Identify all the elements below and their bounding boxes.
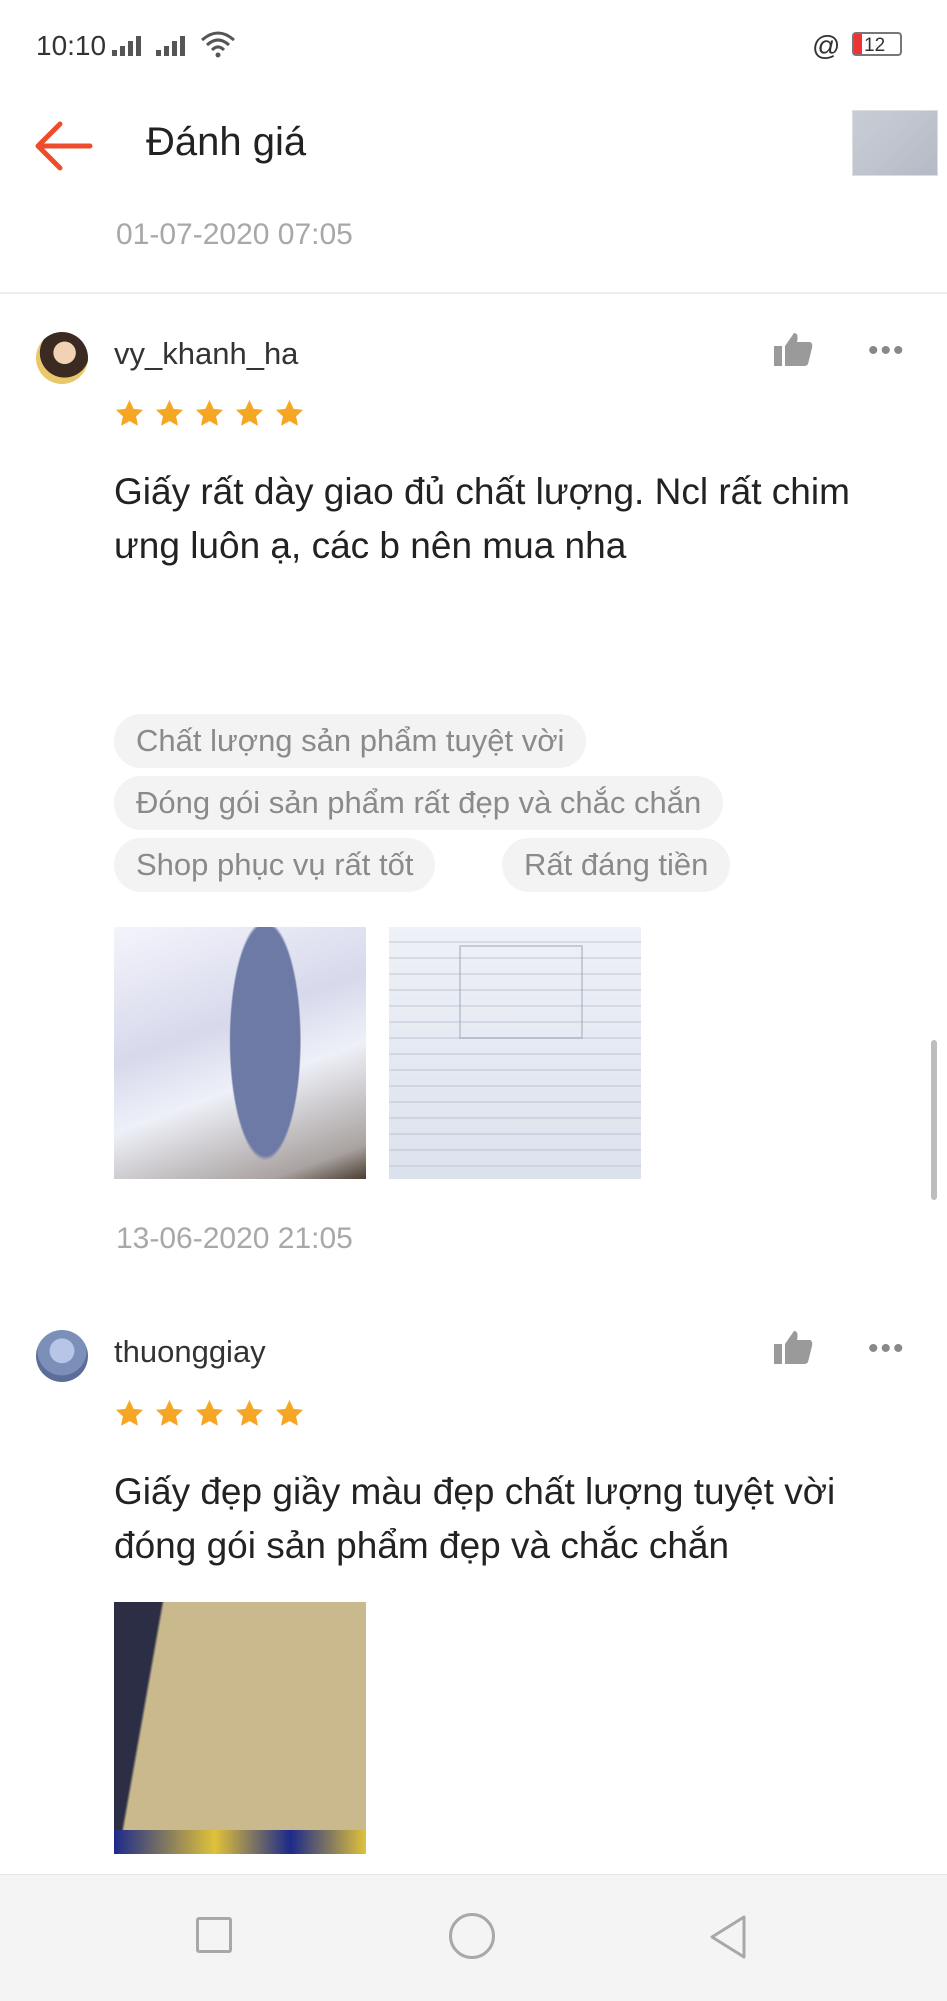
review-tag: Chất lượng sản phẩm tuyệt vời <box>114 714 587 768</box>
product-thumbnail[interactable] <box>852 110 938 176</box>
star-icon <box>235 1399 264 1426</box>
rating-stars <box>114 1398 305 1429</box>
header: Đánh giá <box>0 96 947 196</box>
review-comment: Giấy rất dày giao đủ chất lượng. Ncl rất… <box>114 471 850 566</box>
username[interactable]: vy_khanh_ha <box>114 336 298 372</box>
thumbs-up-icon[interactable] <box>772 1328 814 1366</box>
review-photo[interactable] <box>114 927 366 1179</box>
status-bar: 10:10 @ 12 <box>0 0 947 96</box>
navigation-bar <box>0 1874 947 2001</box>
username[interactable]: thuonggiay <box>114 1334 266 1370</box>
star-icon <box>155 1399 184 1426</box>
more-dots-icon[interactable]: ••• <box>868 334 906 368</box>
review-tag: Rất đáng tiền <box>502 838 731 892</box>
avatar[interactable] <box>36 1330 88 1382</box>
page-title: Đánh giá <box>146 120 307 164</box>
review-comment: Giấy đẹp giầy màu đẹp chất lượng tuyệt v… <box>114 1471 836 1566</box>
rating-stars <box>114 398 305 429</box>
status-time: 10:10 <box>36 30 107 61</box>
star-icon <box>195 1399 224 1426</box>
star-icon <box>235 399 264 426</box>
star-icon <box>275 399 304 426</box>
divider <box>0 292 947 294</box>
star-icon <box>115 1399 144 1426</box>
home-icon[interactable] <box>449 1913 495 1959</box>
signal-icon <box>156 34 190 56</box>
star-icon <box>195 399 224 426</box>
review-tag: Đóng gói sản phẩm rất đẹp và chắc chắn <box>114 776 724 830</box>
avatar[interactable] <box>36 332 88 384</box>
star-icon <box>275 1399 304 1426</box>
thumbs-up-icon[interactable] <box>772 330 814 368</box>
review-photo[interactable] <box>389 927 641 1179</box>
battery-icon: 12 <box>852 32 902 56</box>
signal-icon <box>112 34 146 56</box>
scrollbar[interactable] <box>931 1040 937 1200</box>
battery-level: 12 <box>864 35 886 56</box>
more-dots-icon[interactable]: ••• <box>868 1332 906 1366</box>
back-triangle-icon[interactable] <box>706 1913 750 1961</box>
star-icon <box>115 399 144 426</box>
review-date: 13-06-2020 21:05 <box>116 1222 353 1255</box>
star-icon <box>155 399 184 426</box>
back-arrow-icon[interactable] <box>32 118 94 174</box>
alarm-icon: @ <box>812 30 841 61</box>
review-tag: Shop phục vụ rất tốt <box>114 838 436 892</box>
review-date: 01-07-2020 07:05 <box>116 218 353 251</box>
recent-apps-icon[interactable] <box>196 1917 232 1953</box>
wifi-icon <box>201 31 235 58</box>
review-photo[interactable] <box>114 1602 366 1854</box>
